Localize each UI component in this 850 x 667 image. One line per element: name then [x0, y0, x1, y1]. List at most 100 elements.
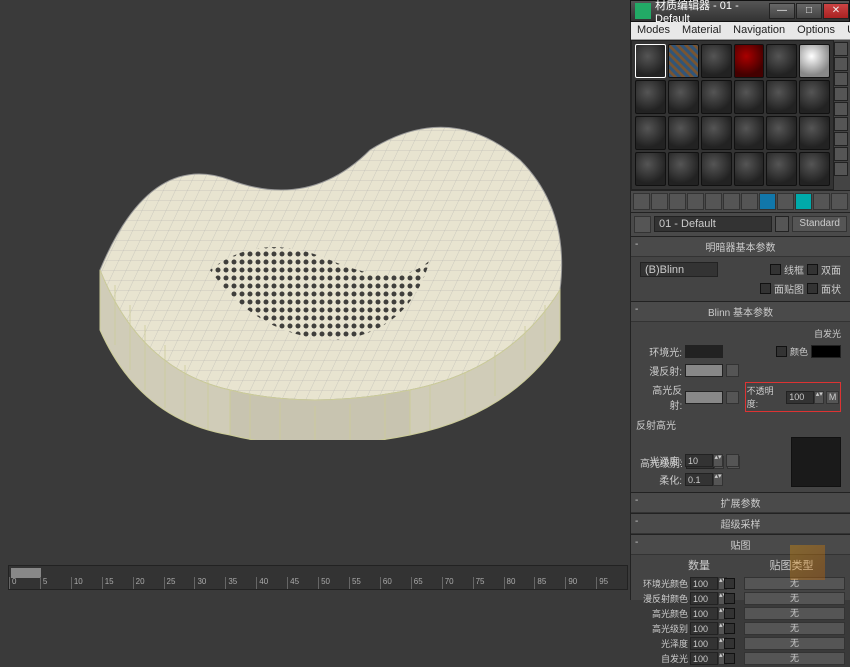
material-slot[interactable]: [701, 44, 732, 78]
viewport-3d[interactable]: [0, 0, 630, 565]
go-sibling-icon[interactable]: [831, 193, 848, 210]
select-by-mat-icon[interactable]: [834, 147, 848, 161]
faceted-checkbox[interactable]: [807, 283, 818, 294]
section-supersample[interactable]: 超级采样: [631, 514, 850, 534]
show-map-icon[interactable]: [777, 193, 794, 210]
material-editor-panel: Modes Material Navigation Options Utilit…: [630, 22, 850, 600]
ambient-swatch[interactable]: [685, 345, 723, 358]
selfillum-color-checkbox[interactable]: [776, 346, 787, 357]
section-blinn-params[interactable]: Blinn 基本参数: [631, 302, 850, 322]
menu-modes[interactable]: Modes: [631, 22, 676, 39]
background-icon[interactable]: [834, 72, 848, 86]
map-speclevel-checkbox[interactable]: [724, 623, 735, 634]
material-slot[interactable]: [734, 116, 765, 150]
material-slot[interactable]: [766, 80, 797, 114]
map-gloss-slot[interactable]: 无: [744, 637, 845, 650]
material-slot[interactable]: [734, 152, 765, 186]
selfillum-swatch[interactable]: [811, 345, 841, 358]
shader-type-dropdown[interactable]: (B)Blinn: [640, 262, 718, 277]
material-slot[interactable]: [635, 116, 666, 150]
material-slot[interactable]: [799, 152, 830, 186]
material-slot[interactable]: [701, 116, 732, 150]
sample-uv-icon[interactable]: [834, 87, 848, 101]
map-diffuse-slot[interactable]: 无: [744, 592, 845, 605]
material-slot[interactable]: [635, 80, 666, 114]
map-selfillum-amount[interactable]: ▴▾: [690, 652, 722, 665]
specular-map-button[interactable]: [726, 391, 739, 404]
menu-options[interactable]: Options: [791, 22, 841, 39]
material-slot[interactable]: [635, 152, 666, 186]
material-slot[interactable]: [701, 80, 732, 114]
gloss-spinner[interactable]: ▴▾: [685, 454, 723, 467]
material-slot[interactable]: [734, 44, 765, 78]
dropdown-arrow-icon[interactable]: [775, 216, 789, 232]
material-slot[interactable]: [635, 44, 666, 78]
slot-side-toolbar: [834, 42, 848, 176]
get-material-icon[interactable]: [633, 193, 650, 210]
make-unique-icon[interactable]: [723, 193, 740, 210]
map-diffuse-amount[interactable]: ▴▾: [690, 592, 722, 605]
assign-to-selection-icon[interactable]: [669, 193, 686, 210]
slot-count-icon[interactable]: [834, 162, 848, 176]
material-slot[interactable]: [734, 80, 765, 114]
material-slot[interactable]: [766, 152, 797, 186]
material-slot[interactable]: [701, 152, 732, 186]
section-shader-params[interactable]: 明暗器基本参数: [631, 237, 850, 257]
gloss-map-button[interactable]: [726, 454, 739, 467]
map-gloss-amount[interactable]: ▴▾: [690, 637, 722, 650]
map-speclevel-slot[interactable]: 无: [744, 622, 845, 635]
pick-material-icon[interactable]: [634, 216, 651, 233]
material-slot[interactable]: [766, 116, 797, 150]
options-icon[interactable]: [834, 132, 848, 146]
material-name-dropdown[interactable]: 01 - Default: [654, 216, 772, 232]
soften-spinner[interactable]: ▴▾: [685, 473, 723, 486]
backlight-icon[interactable]: [834, 57, 848, 71]
sample-type-icon[interactable]: [834, 42, 848, 56]
specular-swatch[interactable]: [685, 391, 723, 404]
window-titlebar[interactable]: 材质编辑器 - 01 - Default — □ ✕: [630, 0, 850, 22]
menu-navigation[interactable]: Navigation: [727, 22, 791, 39]
go-parent-icon[interactable]: [813, 193, 830, 210]
material-slot[interactable]: [668, 152, 699, 186]
material-type-button[interactable]: Standard: [792, 216, 847, 232]
close-button[interactable]: ✕: [823, 3, 849, 19]
material-slot[interactable]: [799, 44, 830, 78]
map-speccolor-amount[interactable]: ▴▾: [690, 607, 722, 620]
material-id-icon[interactable]: [759, 193, 776, 210]
material-slot[interactable]: [799, 80, 830, 114]
video-check-icon[interactable]: [834, 102, 848, 116]
opacity-spinner[interactable]: ▴▾: [786, 391, 824, 404]
map-speccolor-checkbox[interactable]: [724, 608, 735, 619]
opacity-map-button[interactable]: M: [826, 391, 839, 404]
put-to-scene-icon[interactable]: [651, 193, 668, 210]
menu-material[interactable]: Material: [676, 22, 727, 39]
show-end-result-icon[interactable]: [795, 193, 812, 210]
maximize-button[interactable]: □: [796, 3, 822, 19]
put-to-library-icon[interactable]: [741, 193, 758, 210]
map-speccolor-slot[interactable]: 无: [744, 607, 845, 620]
two-sided-checkbox[interactable]: [807, 264, 818, 275]
reset-map-icon[interactable]: [687, 193, 704, 210]
material-slot[interactable]: [668, 116, 699, 150]
make-copy-icon[interactable]: [705, 193, 722, 210]
wire-checkbox[interactable]: [770, 264, 781, 275]
material-slot[interactable]: [799, 116, 830, 150]
map-ambient-checkbox[interactable]: [724, 578, 735, 589]
material-slot[interactable]: [668, 80, 699, 114]
minimize-button[interactable]: —: [769, 3, 795, 19]
preview-icon[interactable]: [834, 117, 848, 131]
map-selfillum-checkbox[interactable]: [724, 653, 735, 664]
timeline[interactable]: 05 1015 2025 3035 4045 5055 6065 7075 80…: [8, 565, 628, 590]
material-slot[interactable]: [766, 44, 797, 78]
map-ambient-amount[interactable]: ▴▾: [690, 577, 722, 590]
diffuse-swatch[interactable]: [685, 364, 723, 377]
facemap-checkbox[interactable]: [760, 283, 771, 294]
map-speclevel-amount[interactable]: ▴▾: [690, 622, 722, 635]
map-diffuse-checkbox[interactable]: [724, 593, 735, 604]
diffuse-map-button[interactable]: [726, 364, 739, 377]
map-gloss-checkbox[interactable]: [724, 638, 735, 649]
section-extended[interactable]: 扩展参数: [631, 493, 850, 513]
menu-utilities[interactable]: Utilities: [841, 22, 850, 39]
material-slot[interactable]: [668, 44, 699, 78]
map-selfillum-slot[interactable]: 无: [744, 652, 845, 665]
